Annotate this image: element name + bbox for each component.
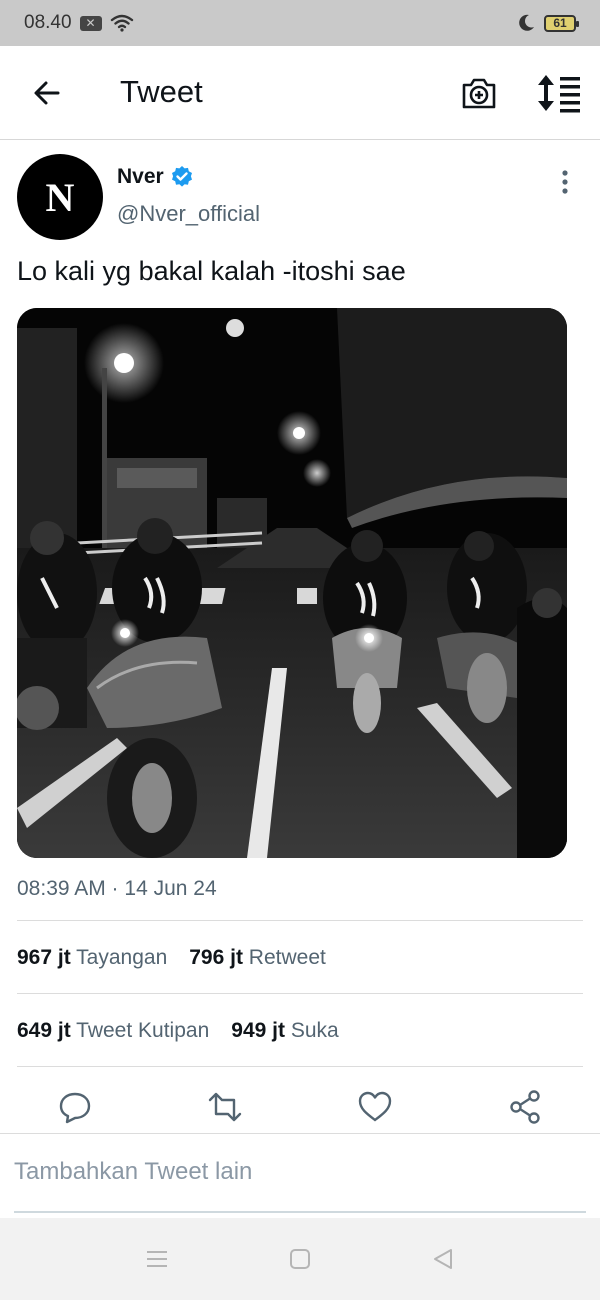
menu-icon[interactable] — [144, 1246, 170, 1272]
back-icon[interactable] — [430, 1246, 456, 1272]
status-bar: 08.40 ✕ 61 — [0, 0, 600, 46]
compose-underline — [14, 1211, 586, 1213]
stat-views-label: Tayangan — [76, 946, 168, 969]
page-title: Tweet — [120, 74, 203, 109]
camera-plus-icon[interactable] — [460, 74, 498, 112]
moon-icon — [519, 14, 534, 31]
motorcycle-night-photo — [17, 308, 567, 858]
stat-quote-tweets-count: 649 jt — [17, 1019, 71, 1042]
share-icon[interactable] — [507, 1089, 543, 1125]
like-icon[interactable] — [357, 1089, 393, 1125]
tweet-media-image[interactable] — [17, 308, 567, 858]
avatar[interactable]: N — [17, 154, 103, 240]
user-handle[interactable]: @Nver_official — [117, 201, 260, 227]
stat-quote-tweets-label: Tweet Kutipan — [76, 1019, 210, 1042]
retweet-icon[interactable] — [207, 1089, 243, 1125]
back-arrow-icon[interactable] — [28, 74, 66, 112]
author-name-row[interactable]: Nver — [117, 165, 194, 189]
sort-icon[interactable] — [536, 73, 582, 113]
wifi-icon — [110, 14, 133, 32]
stat-likes[interactable]: 949 jt Suka — [231, 1019, 338, 1043]
stat-views[interactable]: 967 jt Tayangan — [17, 946, 167, 970]
display-name: Nver — [117, 165, 164, 188]
divider — [17, 1066, 583, 1067]
more-options-icon[interactable] — [554, 169, 576, 195]
stat-retweets[interactable]: 796 jt Retweet — [189, 946, 326, 970]
verified-badge-icon — [171, 166, 192, 187]
reply-icon[interactable] — [57, 1089, 93, 1125]
status-time: 08.40 — [24, 12, 72, 33]
stat-views-count: 967 jt — [17, 946, 71, 969]
home-icon[interactable] — [287, 1246, 313, 1272]
stat-quote-tweets[interactable]: 649 jt Tweet Kutipan — [17, 1019, 209, 1043]
stat-likes-count: 949 jt — [231, 1019, 285, 1042]
tweet-action-bar — [0, 1084, 600, 1134]
system-navigation-bar — [0, 1218, 600, 1300]
tweet-timestamp: 08:39 AM · 14 Jun 24 — [17, 877, 217, 900]
stats-row-1: 967 jt Tayangan 796 jt Retweet — [17, 946, 583, 970]
battery-icon: 61 — [544, 14, 579, 32]
close-box-icon: ✕ — [79, 15, 102, 31]
stats-row-2: 649 jt Tweet Kutipan 949 jt Suka — [17, 1019, 583, 1043]
compose-reply-input[interactable]: Tambahkan Tweet lain — [14, 1158, 252, 1186]
divider — [0, 1133, 600, 1134]
divider — [17, 993, 583, 994]
divider — [17, 920, 583, 921]
app-header: Tweet — [0, 46, 600, 140]
stat-likes-label: Suka — [290, 1019, 339, 1042]
stat-retweets-label: Retweet — [248, 946, 326, 969]
tweet-text: Lo kali yg bakal kalah -itoshi sae — [17, 256, 406, 286]
stat-retweets-count: 796 jt — [189, 946, 243, 969]
